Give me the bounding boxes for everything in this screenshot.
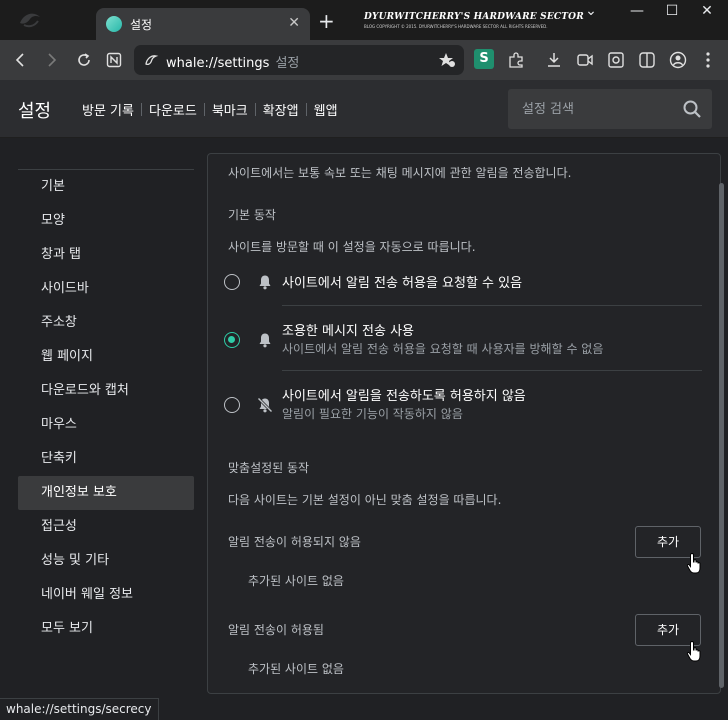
radio-block-notifications[interactable] <box>224 397 240 413</box>
nav-history-link[interactable]: 방문 기록 <box>82 100 134 119</box>
maximize-icon[interactable]: ☐ <box>657 3 687 23</box>
sidebar-item-download-capture[interactable]: 다운로드와 캡처 <box>18 374 194 408</box>
tab-strip: 설정 ✕ + DYURWITCHERRY'S HARDWARE SECTOR B… <box>0 0 728 40</box>
status-bar-url: whale://settings/secrecy <box>0 698 159 720</box>
sidebar-item-view-all[interactable]: 모두 보기 <box>18 612 194 646</box>
sidebar-item-sidebar[interactable]: 사이드바 <box>18 272 194 306</box>
sidebar-item-mouse[interactable]: 마우스 <box>18 408 194 442</box>
default-behavior-desc: 사이트를 방문할 때 이 설정을 자동으로 따릅니다. <box>228 240 476 254</box>
bell-off-icon <box>257 397 273 413</box>
radio-quiet-messaging[interactable] <box>224 332 240 348</box>
panel-intro: 사이트에서는 보통 속보 또는 채팅 메시지에 관한 알림을 전송합니다. <box>228 166 572 180</box>
split-view-icon[interactable] <box>635 48 659 72</box>
hand-cursor-icon <box>686 640 701 662</box>
option-desc: 사이트에서 알림 전송 허용을 요청할 때 사용자를 방해할 수 없음 <box>282 342 604 356</box>
sidebar-item-web-page[interactable]: 웹 페이지 <box>18 340 194 374</box>
sidebar-item-appearance[interactable]: 모양 <box>18 204 194 238</box>
minimize-icon[interactable]: — <box>622 3 652 23</box>
blocked-empty-note: 추가된 사이트 없음 <box>248 574 344 588</box>
sidebar-item-about-whale[interactable]: 네이버 웨일 정보 <box>18 578 194 612</box>
whale-favicon-icon <box>106 16 122 32</box>
search-icon[interactable] <box>682 99 702 119</box>
blog-watermark: DYURWITCHERRY'S HARDWARE SECTOR BLOG COP… <box>364 12 584 29</box>
tab-title: 설정 <box>130 18 153 32</box>
new-tab-button[interactable]: + <box>318 11 335 31</box>
profile-avatar-icon[interactable] <box>666 48 690 72</box>
settings-main: 기본 모양 창과 탭 사이드바 주소창 웹 페이지 다운로드와 캡처 마우스 단… <box>0 139 728 720</box>
download-icon[interactable] <box>542 48 566 72</box>
close-window-icon[interactable]: ✕ <box>692 3 722 23</box>
blocked-list-label: 알림 전송이 허용되지 않음 <box>228 535 361 549</box>
custom-behavior-desc: 다음 사이트는 기본 설정이 아닌 맞춤 설정을 따릅니다. <box>228 493 502 507</box>
option-title: 사이트에서 알림 전송 허용을 요청할 수 있음 <box>282 276 523 291</box>
sidebar-item-basic[interactable]: 기본 <box>18 170 194 204</box>
notifications-panel: 사이트에서는 보통 속보 또는 채팅 메시지에 관한 알림을 전송합니다. 기본… <box>207 153 721 694</box>
url-hint: 설정 <box>275 56 300 71</box>
option-divider <box>282 305 702 306</box>
custom-behavior-title: 맞춤설정된 동작 <box>228 461 310 475</box>
option-desc: 알림이 필요한 기능이 작동하지 않음 <box>282 407 463 421</box>
nav-extensions-link[interactable]: 확장앱 <box>263 100 299 119</box>
extension-s-icon[interactable]: S <box>474 49 494 69</box>
tab-settings[interactable]: 설정 ✕ <box>96 8 310 40</box>
hand-cursor-icon <box>686 552 701 574</box>
tab-close-icon[interactable]: ✕ <box>288 15 300 31</box>
sidebar-item-address-bar[interactable]: 주소창 <box>18 306 194 340</box>
address-bar[interactable]: whale://settings 설정 <box>134 45 464 75</box>
nav-separator <box>305 103 307 116</box>
option-title: 조용한 메시지 전송 사용 <box>282 324 414 339</box>
nav-webapps-link[interactable]: 웹앱 <box>314 100 338 119</box>
sidebar-item-shortcuts[interactable]: 단축키 <box>18 442 194 476</box>
nav-bookmarks-link[interactable]: 북마크 <box>212 100 248 119</box>
settings-sidebar: 기본 모양 창과 탭 사이드바 주소창 웹 페이지 다운로드와 캡처 마우스 단… <box>18 169 194 646</box>
whale-page-icon <box>145 55 159 66</box>
sidebar-item-privacy[interactable]: 개인정보 보호 <box>18 476 194 510</box>
browser-toolbar: whale://settings 설정 S <box>0 40 728 80</box>
page-scrollbar[interactable] <box>719 183 724 688</box>
sidebar-item-performance[interactable]: 성능 및 기타 <box>18 544 194 578</box>
sidebar-item-accessibility[interactable]: 접근성 <box>18 510 194 544</box>
nav-downloads-link[interactable]: 다운로드 <box>149 100 197 119</box>
settings-search <box>508 89 712 129</box>
blog-watermark-copyright: BLOG COPYRIGHT © 2015. DYURWITCHERRY'S H… <box>364 24 548 29</box>
naver-home-icon[interactable] <box>102 48 126 72</box>
blog-watermark-title: DYURWITCHERRY'S HARDWARE SECTOR <box>364 12 584 22</box>
bell-icon <box>259 333 271 348</box>
settings-header: 설정 방문 기록 다운로드 북마크 확장앱 웹앱 <box>0 80 728 138</box>
nav-separator <box>203 103 205 116</box>
bookmark-star-icon[interactable] <box>438 51 456 69</box>
whale-logo-icon[interactable] <box>18 9 42 31</box>
option-divider <box>282 370 702 371</box>
nav-separator <box>140 103 142 116</box>
back-icon[interactable] <box>8 48 32 72</box>
page-title: 설정 <box>18 101 52 122</box>
extensions-puzzle-icon[interactable] <box>504 48 528 72</box>
bell-icon <box>259 275 271 290</box>
default-behavior-title: 기본 동작 <box>228 208 276 222</box>
nav-separator <box>254 103 256 116</box>
url-text: whale://settings 설정 <box>166 56 300 71</box>
settings-search-input[interactable] <box>508 89 668 129</box>
settings-nav: 방문 기록 다운로드 북마크 확장앱 웹앱 <box>82 100 338 119</box>
allowed-empty-note: 추가된 사이트 없음 <box>248 662 344 676</box>
reload-icon[interactable] <box>72 48 96 72</box>
radio-allow-request[interactable] <box>224 274 240 290</box>
allowed-list-label: 알림 전송이 허용됨 <box>228 623 324 637</box>
sidebar-item-windows-tabs[interactable]: 창과 탭 <box>18 238 194 272</box>
capture-icon[interactable] <box>604 48 628 72</box>
menu-more-icon[interactable] <box>696 48 720 72</box>
video-icon[interactable] <box>573 48 597 72</box>
forward-icon[interactable] <box>40 48 64 72</box>
tab-search-chevron-icon[interactable]: ⌄ <box>576 3 606 23</box>
option-title: 사이트에서 알림을 전송하도록 허용하지 않음 <box>282 389 526 404</box>
